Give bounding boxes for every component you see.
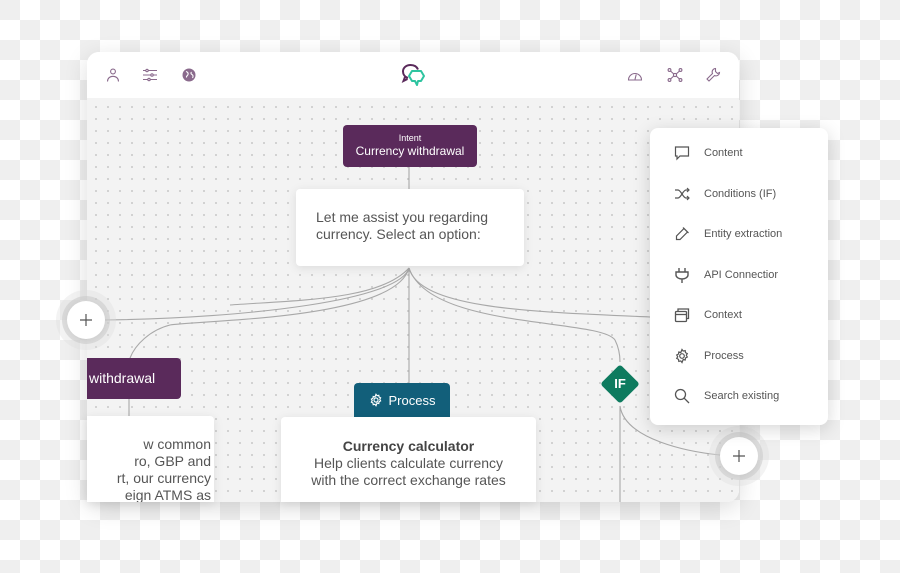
intent-node-title: Currency withdrawal (355, 144, 465, 158)
plus-icon (733, 450, 745, 462)
menu-item-context[interactable]: Context (650, 295, 828, 336)
menu-item-entity-extraction[interactable]: Entity extraction (650, 214, 828, 255)
menu-item-process[interactable]: Process (650, 336, 828, 377)
wrench-icon[interactable] (704, 66, 722, 84)
shuffle-icon (674, 186, 690, 202)
menu-item-search-existing[interactable]: Search existing (650, 376, 828, 417)
add-node-button-right[interactable] (720, 437, 758, 475)
windows-icon (674, 307, 690, 323)
menu-item-label: Content (704, 147, 743, 160)
message-line: rt, our currency (116, 470, 211, 486)
process-node-title: Currency calculator (342, 438, 475, 454)
eyedropper-icon (674, 226, 690, 242)
process-node-desc: Help clients calculate currency (313, 455, 504, 471)
process-node-label: Process (388, 392, 436, 408)
menu-item-label: Entity extraction (704, 228, 783, 241)
intent-node[interactable]: Intent Currency withdrawal (343, 125, 477, 167)
menu-item-label: Conditions (IF) (704, 187, 777, 200)
plug-icon (674, 267, 690, 283)
gear-icon (370, 393, 381, 407)
network-icon[interactable] (666, 66, 684, 84)
menu-item-label: Process (704, 349, 744, 362)
left-message-node[interactable]: w common ro, GBP and rt, our currency ei… (87, 416, 214, 502)
message-line: w common (143, 436, 211, 452)
comment-icon (674, 145, 690, 161)
menu-item-api-connector[interactable]: API Connectior (650, 255, 828, 296)
if-condition-node[interactable]: IF (600, 364, 640, 404)
process-node-tag[interactable]: Process (354, 383, 450, 417)
globe-icon[interactable] (180, 66, 198, 84)
menu-item-label: API Connectior (704, 268, 778, 281)
add-node-menu: Content Conditions (IF) Entity extractio… (650, 128, 828, 425)
menu-item-label: Search existing (704, 390, 780, 403)
search-icon (674, 388, 690, 404)
process-node-desc: with the correct exchange rates (311, 472, 506, 488)
left-intent-node[interactable]: withdrawal (87, 358, 181, 399)
message-line: eign ATMS as (124, 487, 211, 502)
message-node[interactable]: Let me assist you regarding currency. Se… (296, 189, 524, 266)
message-line: Let me assist you regarding (316, 209, 488, 225)
sliders-icon[interactable] (141, 66, 159, 84)
menu-item-content[interactable]: Content (650, 133, 828, 174)
add-node-button-left[interactable] (67, 301, 105, 339)
menu-item-label: Context (704, 309, 742, 322)
gauge-icon[interactable] (626, 66, 644, 84)
intent-node-kind: Intent (398, 133, 422, 143)
message-line: ro, GBP and (134, 453, 211, 469)
user-icon[interactable] (104, 66, 122, 84)
message-line: currency. Select an option: (316, 226, 481, 242)
gear-icon (674, 348, 690, 364)
chat-bubbles-logo (399, 62, 427, 88)
menu-item-conditions[interactable]: Conditions (IF) (650, 174, 828, 215)
process-node[interactable]: Currency calculator Help clients calcula… (281, 417, 536, 502)
toolbar (87, 52, 739, 98)
if-label: IF (614, 376, 626, 391)
plus-icon (80, 314, 92, 326)
